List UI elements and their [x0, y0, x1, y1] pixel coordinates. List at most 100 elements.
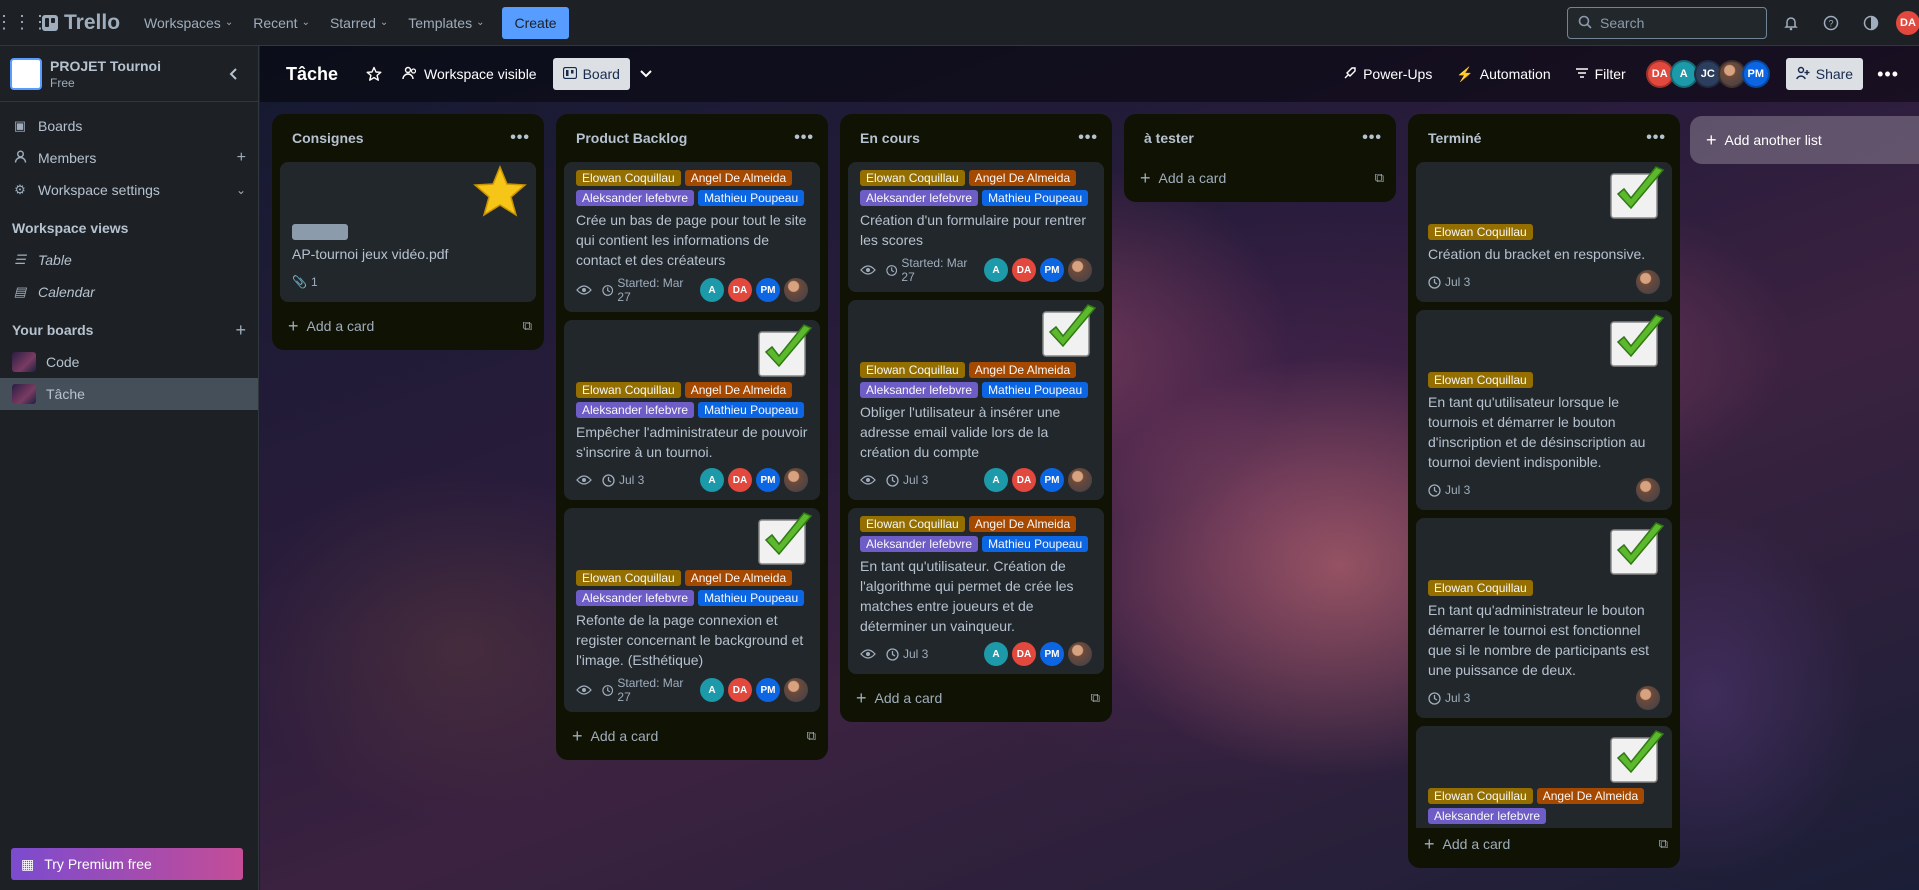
- card[interactable]: Elowan Coquillau Création du bracket en r…: [1416, 162, 1672, 302]
- member-avatar[interactable]: DA: [1012, 642, 1036, 666]
- card-template-icon[interactable]: ⧉: [523, 318, 532, 334]
- sidebar-board-code[interactable]: Code: [0, 346, 258, 378]
- member-avatar[interactable]: DA: [1012, 258, 1036, 282]
- card-template-icon[interactable]: ⧉: [1659, 836, 1668, 852]
- sidebar-item-table[interactable]: ☰ Table: [0, 244, 258, 276]
- card-label[interactable]: Aleksander lefebvre: [860, 536, 979, 552]
- date-badge[interactable]: Jul 3: [1428, 483, 1470, 497]
- card-template-icon[interactable]: ⧉: [1091, 690, 1100, 706]
- member-avatar[interactable]: A: [700, 678, 724, 702]
- list-menu-icon[interactable]: •••: [794, 129, 814, 147]
- list-menu-icon[interactable]: •••: [1078, 129, 1098, 147]
- automation-button[interactable]: ⚡ Automation: [1446, 58, 1560, 90]
- card-label[interactable]: Aleksander lefebvre: [576, 402, 695, 418]
- card[interactable]: Elowan Coquillau En tant qu'administrateu…: [1416, 518, 1672, 718]
- member-avatar[interactable]: DA: [1012, 468, 1036, 492]
- list-title[interactable]: Terminé: [1428, 130, 1481, 146]
- date-badge[interactable]: Jul 3: [1428, 275, 1470, 289]
- add-card-button[interactable]: + Add a card ⧉: [280, 310, 536, 342]
- add-card-button[interactable]: + Add a card ⧉: [564, 720, 820, 752]
- card-label[interactable]: Mathieu Poupeau: [982, 382, 1089, 398]
- card[interactable]: Elowan Coquillau Angel De Almeida Aleksand…: [564, 508, 820, 712]
- list-header[interactable]: Terminé •••: [1416, 114, 1672, 162]
- card-label[interactable]: Elowan Coquillau: [1428, 224, 1533, 240]
- date-badge[interactable]: Started: Mar 27: [602, 276, 690, 304]
- search-input[interactable]: [1600, 15, 1750, 31]
- list-title[interactable]: à tester: [1144, 130, 1194, 146]
- member-avatar[interactable]: PM: [1040, 468, 1064, 492]
- member-avatar[interactable]: A: [700, 278, 724, 302]
- member-avatar-photo[interactable]: [1068, 468, 1092, 492]
- card-label[interactable]: Mathieu Poupeau: [698, 190, 805, 206]
- card[interactable]: AP-tournoi jeux vidéo.pdf 📎 1: [280, 162, 536, 302]
- card[interactable]: Elowan Coquillau Angel De Almeida Aleksand…: [1416, 726, 1672, 828]
- board-view-button[interactable]: Board: [552, 58, 630, 90]
- member-avatar-photo[interactable]: [1636, 270, 1660, 294]
- member-avatar-photo[interactable]: [1068, 258, 1092, 282]
- sidebar-board-tache[interactable]: Tâche: [0, 378, 258, 410]
- list-title[interactable]: Product Backlog: [576, 130, 687, 146]
- member-avatar[interactable]: PM: [1040, 642, 1064, 666]
- starred-menu[interactable]: Starred ⌄: [320, 7, 398, 39]
- card-label[interactable]: Elowan Coquillau: [576, 382, 681, 398]
- card-label[interactable]: Mathieu Poupeau: [982, 536, 1089, 552]
- card-label[interactable]: [292, 224, 348, 240]
- member-avatar[interactable]: A: [984, 468, 1008, 492]
- card-label[interactable]: Elowan Coquillau: [1428, 788, 1533, 804]
- theme-toggle-icon[interactable]: [1856, 8, 1886, 38]
- member-avatar-photo[interactable]: [784, 468, 808, 492]
- member-avatar[interactable]: DA: [728, 468, 752, 492]
- card-label[interactable]: Aleksander lefebvre: [576, 590, 695, 606]
- card-label[interactable]: Elowan Coquillau: [860, 362, 965, 378]
- views-dropdown-button[interactable]: [630, 58, 662, 90]
- add-member-icon[interactable]: +: [237, 149, 246, 167]
- add-card-button[interactable]: + Add a card ⧉: [848, 682, 1104, 714]
- card-template-icon[interactable]: ⧉: [807, 728, 816, 744]
- add-card-button[interactable]: + Add a card ⧉: [1132, 162, 1388, 194]
- recent-menu[interactable]: Recent ⌄: [243, 7, 320, 39]
- help-icon[interactable]: ?: [1816, 8, 1846, 38]
- card-label[interactable]: Angel De Almeida: [684, 170, 793, 186]
- powerups-button[interactable]: Power-Ups: [1333, 58, 1442, 90]
- member-avatar[interactable]: A: [700, 468, 724, 492]
- card-label[interactable]: Aleksander lefebvre: [1428, 808, 1547, 824]
- card-label[interactable]: Angel De Almeida: [968, 170, 1077, 186]
- card-template-icon[interactable]: ⧉: [1375, 170, 1384, 186]
- list-title[interactable]: En cours: [860, 130, 920, 146]
- date-badge[interactable]: Jul 3: [602, 473, 644, 487]
- card-label[interactable]: Elowan Coquillau: [576, 570, 681, 586]
- list-header[interactable]: Product Backlog •••: [564, 114, 820, 162]
- visibility-button[interactable]: Workspace visible: [392, 58, 547, 90]
- member-avatar[interactable]: DA: [728, 278, 752, 302]
- list-menu-icon[interactable]: •••: [1362, 129, 1382, 147]
- sidebar-item-calendar[interactable]: ▤ Calendar: [0, 276, 258, 308]
- board-menu-button[interactable]: •••: [1867, 58, 1909, 90]
- create-button[interactable]: Create: [502, 6, 569, 39]
- star-board-button[interactable]: [356, 58, 392, 90]
- board-title[interactable]: Tâche: [286, 64, 338, 85]
- card[interactable]: Elowan Coquillau Angel De Almeida Aleksand…: [848, 162, 1104, 292]
- templates-menu[interactable]: Templates ⌄: [398, 7, 494, 39]
- member-avatar-photo[interactable]: [784, 678, 808, 702]
- list-header[interactable]: à tester •••: [1132, 114, 1388, 162]
- date-badge[interactable]: Jul 3: [886, 647, 928, 661]
- card-label[interactable]: Elowan Coquillau: [860, 516, 965, 532]
- app-switcher-icon[interactable]: ⋮⋮⋮: [0, 9, 49, 37]
- card-label[interactable]: Angel De Almeida: [968, 362, 1077, 378]
- list-title[interactable]: Consignes: [292, 130, 364, 146]
- card[interactable]: Elowan Coquillau Angel De Almeida Aleksand…: [564, 162, 820, 312]
- collapse-sidebar-button[interactable]: [220, 60, 248, 88]
- card-label[interactable]: Angel De Almeida: [1536, 788, 1645, 804]
- card-label[interactable]: Aleksander lefebvre: [576, 190, 695, 206]
- card-label[interactable]: Aleksander lefebvre: [860, 382, 979, 398]
- search-box[interactable]: [1567, 7, 1767, 39]
- member-avatar[interactable]: PM: [756, 678, 780, 702]
- add-board-icon[interactable]: +: [235, 320, 246, 341]
- member-avatar-photo[interactable]: [784, 278, 808, 302]
- member-avatar-photo[interactable]: [1068, 642, 1092, 666]
- member-avatar[interactable]: PM: [756, 278, 780, 302]
- card-label[interactable]: Elowan Coquillau: [576, 170, 681, 186]
- member-avatar-photo[interactable]: [1636, 686, 1660, 710]
- date-badge[interactable]: Started: Mar 27: [602, 676, 690, 704]
- sidebar-item-boards[interactable]: ▣ Boards: [0, 110, 258, 142]
